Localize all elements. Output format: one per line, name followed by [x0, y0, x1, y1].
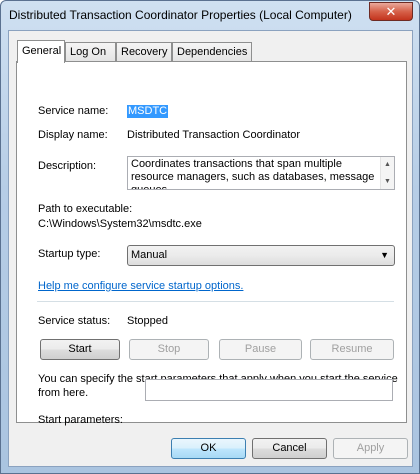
tab-recovery[interactable]: Recovery	[116, 42, 172, 62]
startup-type-label: Startup type:	[38, 248, 101, 260]
description-scrollbar[interactable]: ▲ ▼	[380, 157, 394, 189]
properties-dialog: Distributed Transaction Coordinator Prop…	[0, 0, 420, 474]
service-name-value[interactable]: MSDTC	[127, 105, 169, 118]
help-configure-link[interactable]: Help me configure service startup option…	[38, 280, 243, 292]
service-status-value: Stopped	[127, 315, 168, 327]
tab-log-on[interactable]: Log On	[65, 42, 116, 62]
chevron-down-icon: ▼	[380, 250, 389, 260]
title-bar[interactable]: Distributed Transaction Coordinator Prop…	[1, 1, 419, 31]
ok-button[interactable]: OK	[171, 438, 246, 459]
path-label: Path to executable:	[38, 203, 133, 215]
start-button[interactable]: Start	[40, 339, 120, 360]
start-params-input[interactable]	[145, 379, 393, 401]
pause-button[interactable]: Pause	[219, 339, 302, 360]
description-box[interactable]: Coordinates transactions that span multi…	[127, 156, 395, 190]
cancel-button[interactable]: Cancel	[252, 438, 327, 459]
scroll-down-icon[interactable]: ▼	[384, 175, 391, 188]
scroll-up-icon[interactable]: ▲	[384, 158, 391, 171]
tab-general[interactable]: General	[17, 40, 65, 63]
display-name-label: Display name:	[38, 129, 108, 141]
description-label: Description:	[38, 160, 97, 172]
start-params-label: Start parameters:	[38, 414, 123, 426]
divider	[37, 301, 394, 302]
path-value: C:\Windows\System32\msdtc.exe	[38, 218, 202, 230]
description-text: Coordinates transactions that span multi…	[131, 158, 375, 190]
display-name-value[interactable]: Distributed Transaction Coordinator	[127, 129, 300, 141]
resume-button[interactable]: Resume	[310, 339, 394, 360]
dialog-client-area: General Log On Recovery Dependencies Ser…	[8, 30, 413, 467]
stop-button[interactable]: Stop	[129, 339, 209, 360]
window-title: Distributed Transaction Coordinator Prop…	[9, 8, 352, 22]
apply-button[interactable]: Apply	[333, 438, 408, 459]
startup-type-select[interactable]: Manual ▼	[127, 245, 395, 266]
service-status-label: Service status:	[38, 315, 111, 327]
close-button[interactable]: ✕	[369, 2, 413, 21]
tab-dependencies[interactable]: Dependencies	[172, 42, 252, 62]
service-name-label: Service name:	[38, 105, 109, 117]
startup-type-value: Manual	[131, 249, 168, 261]
general-tab-panel: Service name: MSDTC Display name: Distri…	[16, 61, 407, 426]
